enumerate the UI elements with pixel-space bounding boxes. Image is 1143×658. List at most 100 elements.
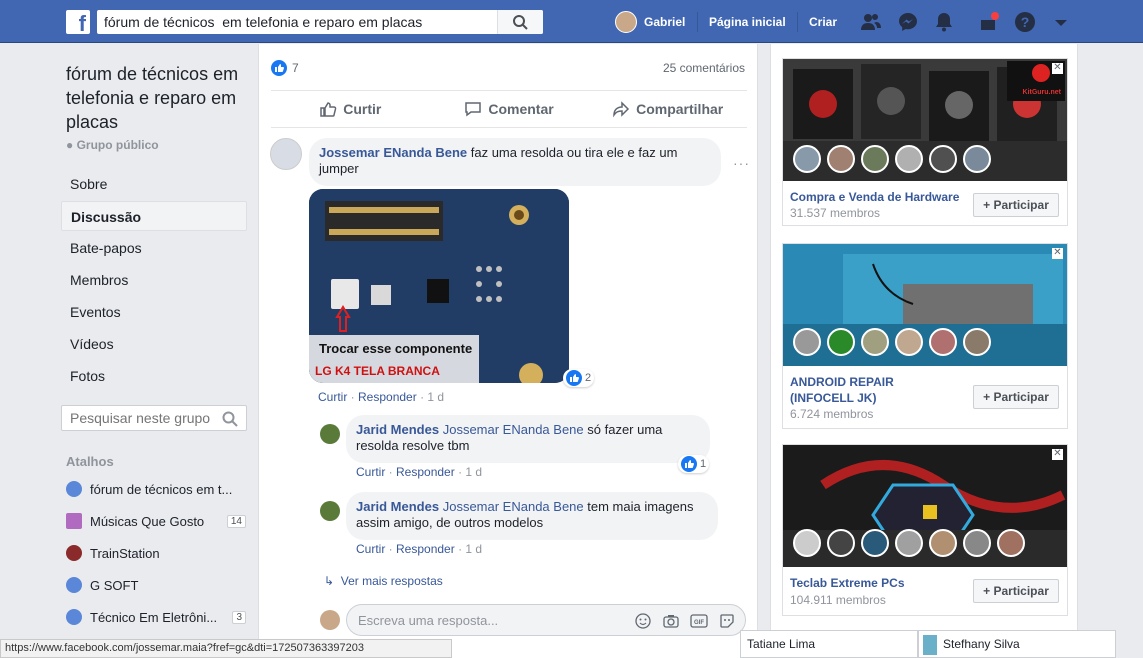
join-button[interactable]: + Participar xyxy=(973,385,1059,409)
top-navigation-bar: f Gabriel Página inicial Criar ? xyxy=(0,0,1143,43)
search-box xyxy=(97,10,543,34)
search-input[interactable] xyxy=(97,10,497,34)
shortcut-item[interactable]: fórum de técnicos em t... xyxy=(66,479,246,499)
shortcut-item[interactable]: Músicas Que Gosto 14 xyxy=(66,511,246,531)
comment-reply-link[interactable]: Responder xyxy=(358,390,417,404)
suggested-group-name[interactable]: Teclab Extreme PCs xyxy=(790,575,905,591)
shortcut-item[interactable]: G SOFT xyxy=(66,575,246,595)
comment-options-icon[interactable]: ··· xyxy=(733,155,750,171)
replier-avatar[interactable] xyxy=(320,501,340,521)
facebook-logo[interactable]: f xyxy=(66,10,90,34)
menu-item-videos[interactable]: Vídeos xyxy=(61,329,247,359)
user-avatar xyxy=(615,10,637,33)
profile-link[interactable]: Gabriel xyxy=(615,0,685,43)
comment-actions: Curtir · Responder · 1 d xyxy=(318,390,445,404)
reply-reactions[interactable]: 1 xyxy=(678,455,710,473)
group-thumbnail xyxy=(66,513,82,529)
member-avatar xyxy=(963,145,991,173)
reply-actions: Curtir · Responder · 1 d xyxy=(356,542,483,556)
suggested-group-name[interactable]: Compra e Venda de Hardware xyxy=(790,189,959,205)
chat-tab[interactable]: Tatiane Lima xyxy=(740,630,918,658)
reply-tag[interactable]: Jossemar ENanda Bene xyxy=(443,422,584,437)
suggested-group-card: ✕ ANDROID REPAIR (INFOCELL JK) 6.724 mem… xyxy=(782,243,1068,429)
shortcut-item[interactable]: Técnico Em Eletrôni... 3 xyxy=(66,607,246,627)
help-icon[interactable]: ? xyxy=(1014,11,1036,33)
plus-icon: + xyxy=(983,198,991,212)
comment-author[interactable]: Jossemar ENanda Bene xyxy=(319,145,467,160)
comment-image[interactable]: Trocar esse componente LG K4 TELA BRANCA xyxy=(309,189,569,383)
sticker-icon[interactable] xyxy=(719,613,735,629)
reply-reply-link[interactable]: Responder xyxy=(396,542,455,556)
like-reaction-icon xyxy=(271,60,287,76)
chat-tab[interactable]: Stefhany Silva xyxy=(918,630,1116,658)
reply-author[interactable]: Jarid Mendes xyxy=(356,499,439,514)
notifications-icon[interactable] xyxy=(933,11,955,33)
suggested-group-card: ✕ Teclab Extreme PCs 104.911 membros + P… xyxy=(782,444,1068,616)
search-button[interactable] xyxy=(497,10,543,34)
join-button[interactable]: + Participar xyxy=(973,193,1059,217)
chevron-down-icon[interactable] xyxy=(1050,11,1072,33)
like-button[interactable]: Curtir xyxy=(271,91,430,127)
friends-icon[interactable] xyxy=(860,11,882,33)
close-icon[interactable]: ✕ xyxy=(1052,63,1063,74)
close-icon[interactable]: ✕ xyxy=(1052,449,1063,460)
reply-composer[interactable]: Escreva uma resposta... GIF xyxy=(346,604,746,636)
comment-button[interactable]: Comentar xyxy=(430,91,589,127)
shortcuts-heading: Atalhos xyxy=(66,454,114,469)
menu-item-eventos[interactable]: Eventos xyxy=(61,297,247,327)
reply-tag[interactable]: Jossemar ENanda Bene xyxy=(443,499,584,514)
reply-time[interactable]: 1 d xyxy=(465,465,482,479)
messenger-icon[interactable] xyxy=(897,11,919,33)
commenter-avatar[interactable] xyxy=(270,138,302,170)
menu-item-discussao[interactable]: Discussão xyxy=(61,201,247,231)
join-button[interactable]: + Participar xyxy=(973,579,1059,603)
close-icon[interactable]: ✕ xyxy=(1052,248,1063,259)
suggested-group-name[interactable]: ANDROID REPAIR (INFOCELL JK) xyxy=(790,374,960,406)
reply-author[interactable]: Jarid Mendes xyxy=(356,422,439,437)
plus-icon: + xyxy=(983,584,991,598)
member-avatar xyxy=(827,145,855,173)
member-avatar xyxy=(793,328,821,356)
like-reaction-icon xyxy=(681,456,697,472)
member-avatar xyxy=(793,145,821,173)
reply-like-link[interactable]: Curtir xyxy=(356,542,385,556)
group-title[interactable]: fórum de técnicos em telefonia e reparo … xyxy=(66,62,256,134)
gif-icon[interactable]: GIF xyxy=(690,613,708,629)
comments-count[interactable]: 25 comentários xyxy=(663,61,745,75)
reply-time[interactable]: 1 d xyxy=(465,542,482,556)
group-search-input[interactable] xyxy=(62,406,212,430)
svg-text:GIF: GIF xyxy=(694,620,704,626)
member-avatar xyxy=(895,529,923,557)
menu-item-fotos[interactable]: Fotos xyxy=(61,361,247,391)
reply-reply-link[interactable]: Responder xyxy=(396,465,455,479)
comment-bubble: Jossemar ENanda Bene faz uma resolda ou … xyxy=(309,138,721,186)
reply-like-link[interactable]: Curtir xyxy=(356,465,385,479)
menu-item-membros[interactable]: Membros xyxy=(61,265,247,295)
quick-help-icon[interactable] xyxy=(978,11,1000,33)
member-avatar xyxy=(895,328,923,356)
search-icon[interactable] xyxy=(222,411,238,427)
thumbs-up-icon xyxy=(320,102,337,117)
menu-item-bate-papos[interactable]: Bate-papos xyxy=(61,233,247,263)
shortcut-count-badge: 3 xyxy=(232,610,246,624)
comment-time[interactable]: 1 d xyxy=(427,390,444,404)
comment-reactions[interactable]: 2 xyxy=(563,369,595,387)
more-replies-link[interactable]: ↳ Ver mais respostas xyxy=(324,574,443,588)
create-link[interactable]: Criar xyxy=(809,15,837,29)
kitguru-watermark: KitGuru.net xyxy=(1022,89,1062,96)
reply-arrow-icon: ↳ xyxy=(324,574,335,588)
group-cover-image[interactable] xyxy=(783,445,1067,567)
group-cover-image[interactable] xyxy=(783,244,1067,366)
reply-placeholder[interactable]: Escreva uma resposta... xyxy=(358,613,498,628)
member-avatar xyxy=(861,145,889,173)
replier-avatar[interactable] xyxy=(320,424,340,444)
group-cover-image[interactable]: KitGuru.net xyxy=(783,59,1067,181)
home-link[interactable]: Página inicial xyxy=(709,15,786,29)
comment-like-link[interactable]: Curtir xyxy=(318,390,347,404)
emoji-icon[interactable] xyxy=(635,613,651,629)
camera-icon[interactable] xyxy=(663,613,679,629)
share-button[interactable]: Compartilhar xyxy=(588,91,747,127)
post-likes[interactable]: 7 xyxy=(271,60,299,76)
shortcut-item[interactable]: TrainStation xyxy=(66,543,246,563)
menu-item-sobre[interactable]: Sobre xyxy=(61,169,247,199)
